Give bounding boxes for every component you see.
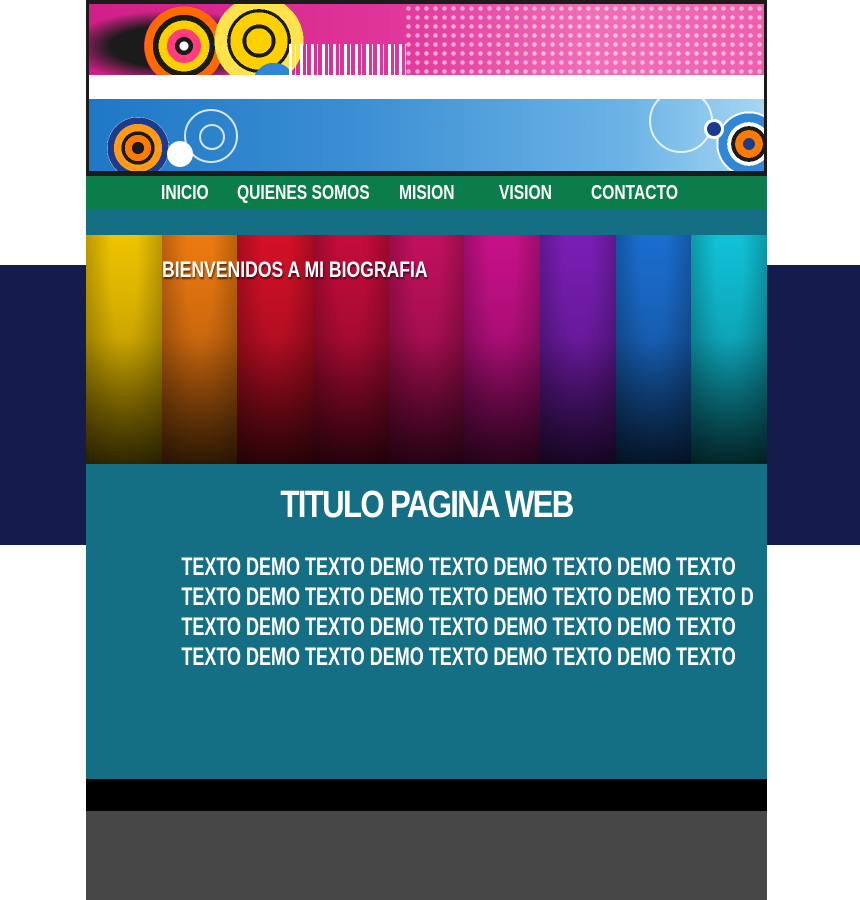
slider-stripe [464,235,541,464]
page-title: TITULO PAGINA WEB [280,484,574,526]
banner-bottom-graphic [89,99,764,171]
right-target-circle-graphic [714,109,764,171]
footer-bar [86,779,767,811]
nav-item-mision[interactable]: MISION [399,176,454,209]
right-small-circle-graphic [704,119,724,139]
nav-spacer [86,209,767,235]
small-ring-graphic [199,124,225,150]
nav-item-inicio[interactable]: INICIO [161,176,209,209]
content-text: TEXTO DEMO TEXTO DEMO TEXTO DEMO TEXTO D… [86,552,767,672]
slider-title: BIENVENIDOS A MI BIOGRAFIA [162,257,428,282]
hero-slider: BIENVENIDOS A MI BIOGRAFIA [86,235,767,464]
footer [86,811,767,900]
orange-target-circle-graphic [107,117,169,171]
halftone-dots-graphic [404,4,764,75]
main-nav: INICIO QUIENES SOMOS MISION VISION CONTA… [86,176,767,209]
slider-stripe [691,235,767,464]
content-text-line: TEXTO DEMO TEXTO DEMO TEXTO DEMO TEXTO D… [181,553,736,581]
nav-item-contacto[interactable]: CONTACTO [591,176,678,209]
barcode-graphic [289,44,409,75]
content-text-line: TEXTO DEMO TEXTO DEMO TEXTO DEMO TEXTO D… [181,613,736,641]
banner-top-graphic [89,4,764,75]
nav-item-vision[interactable]: VISION [499,176,552,209]
header-banner [86,0,767,176]
nav-item-quienes-somos[interactable]: QUIENES SOMOS [237,176,370,209]
page: INICIO QUIENES SOMOS MISION VISION CONTA… [0,0,860,900]
slider-stripe [86,235,162,464]
content-text-line: TEXTO DEMO TEXTO DEMO TEXTO DEMO TEXTO D… [181,583,754,611]
slider-stripe [540,235,616,464]
main-content: TITULO PAGINA WEB TEXTO DEMO TEXTO DEMO … [86,464,767,779]
white-circle-graphic [167,141,193,167]
content-text-line: TEXTO DEMO TEXTO DEMO TEXTO DEMO TEXTO D… [181,643,736,671]
banner-divider [89,75,764,99]
slider-stripe [615,235,692,464]
